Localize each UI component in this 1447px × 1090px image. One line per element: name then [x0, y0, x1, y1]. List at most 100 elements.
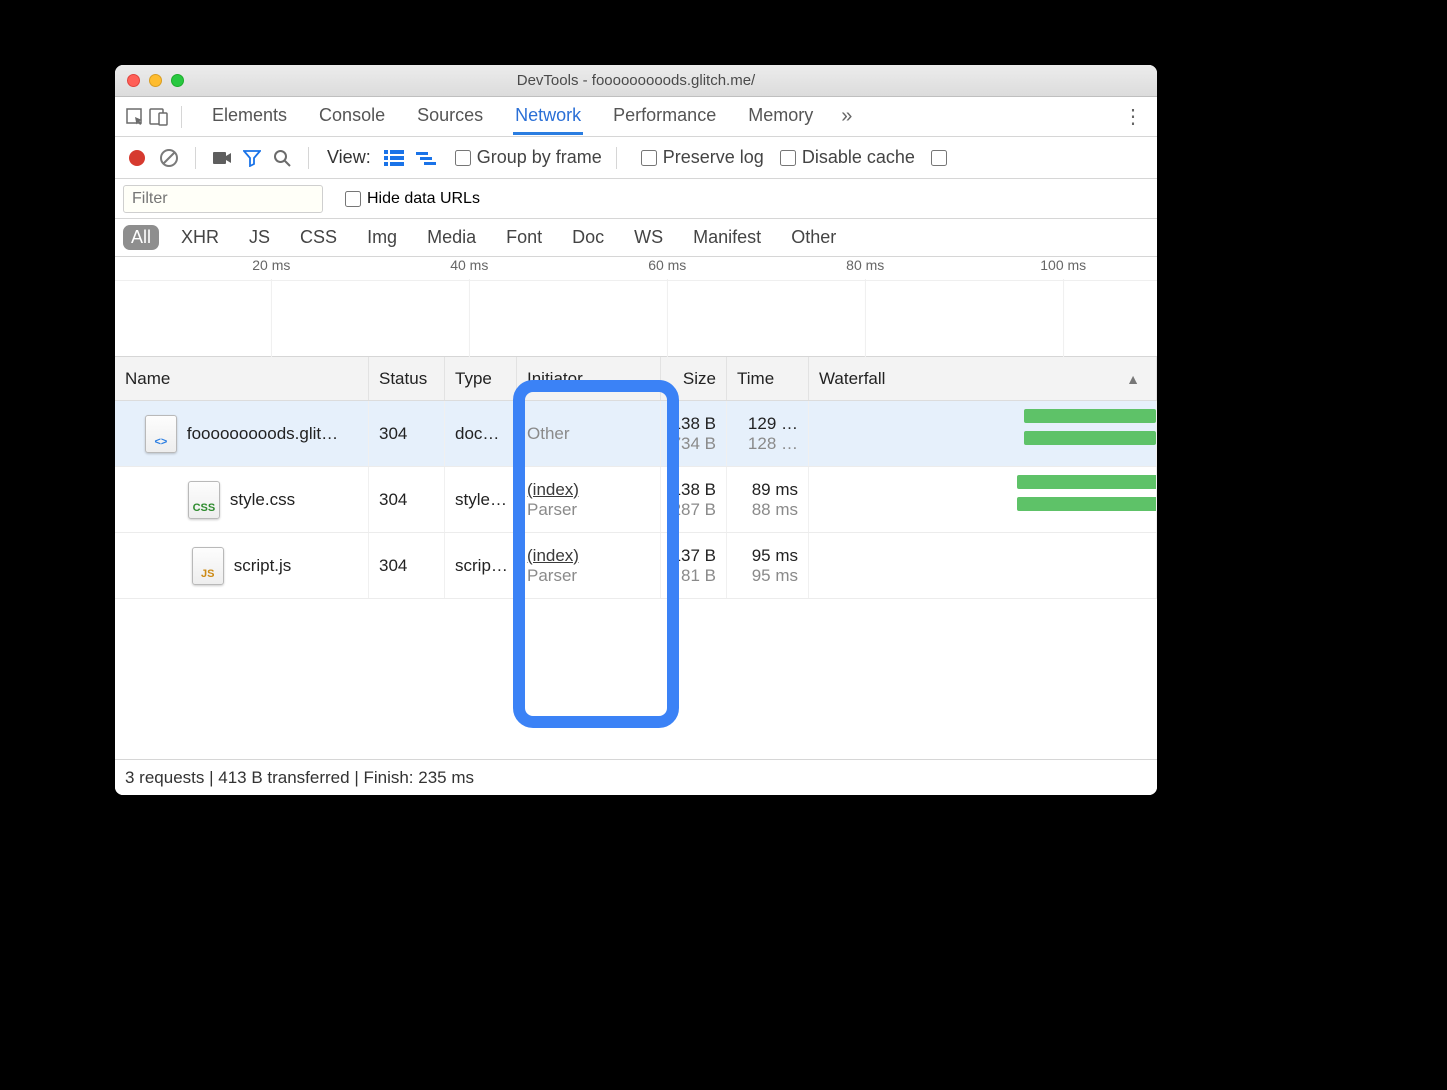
timeline-overview[interactable]: 20 ms 40 ms 60 ms 80 ms 100 ms — [115, 257, 1157, 357]
window-title: DevTools - fooooooooods.glitch.me/ — [115, 72, 1157, 89]
group-by-frame-input[interactable] — [455, 150, 471, 166]
inspect-element-icon[interactable] — [123, 105, 147, 129]
table-body: <>fooooooooods.glit…304doc…Other138 B734… — [115, 401, 1157, 759]
file-type-icon: CSS — [188, 481, 220, 519]
clear-icon[interactable] — [157, 146, 181, 170]
table-row[interactable]: <>fooooooooods.glit…304doc…Other138 B734… — [115, 401, 1157, 467]
requests-table: Name Status Type Initiator Size Time Wat… — [115, 357, 1157, 759]
pill-font[interactable]: Font — [498, 225, 550, 250]
table-row[interactable]: JSscript.js304scrip…(index)Parser137 B81… — [115, 533, 1157, 599]
size-transfer: 138 B — [672, 480, 716, 500]
large-rows-icon[interactable] — [383, 147, 405, 169]
disable-cache-checkbox[interactable]: Disable cache — [780, 147, 915, 168]
size-resource: 287 B — [672, 500, 716, 520]
zoom-window-button[interactable] — [171, 74, 184, 87]
summary-text: 3 requests | 413 B transferred | Finish:… — [125, 768, 474, 788]
preserve-log-label: Preserve log — [663, 147, 764, 168]
col-size[interactable]: Size — [661, 357, 727, 400]
cell-name: JSscript.js — [115, 533, 369, 598]
search-icon[interactable] — [270, 146, 294, 170]
close-window-button[interactable] — [127, 74, 140, 87]
offline-checkbox[interactable] — [931, 150, 949, 166]
settings-menu-icon[interactable]: ⋮ — [1123, 104, 1149, 129]
pill-media[interactable]: Media — [419, 225, 484, 250]
overview-icon[interactable] — [415, 147, 437, 169]
cell-size: 138 B287 B — [661, 467, 727, 532]
panel-tabs: Elements Console Sources Network Perform… — [210, 99, 815, 135]
tab-console[interactable]: Console — [317, 99, 387, 135]
disable-cache-input[interactable] — [780, 150, 796, 166]
offline-input[interactable] — [931, 150, 947, 166]
cell-type: doc… — [445, 401, 517, 466]
size-resource: 734 B — [672, 434, 716, 454]
col-time[interactable]: Time — [727, 357, 809, 400]
cell-initiator: Other — [517, 401, 661, 466]
filter-row: Hide data URLs — [115, 179, 1157, 219]
initiator-link: Other — [527, 424, 650, 444]
pill-other[interactable]: Other — [783, 225, 844, 250]
request-name: script.js — [234, 556, 292, 576]
col-type[interactable]: Type — [445, 357, 517, 400]
col-name[interactable]: Name — [115, 357, 369, 400]
waterfall-bar — [1024, 431, 1156, 445]
hide-data-urls-input[interactable] — [345, 191, 361, 207]
minimize-window-button[interactable] — [149, 74, 162, 87]
view-label: View: — [327, 147, 371, 168]
waterfall-bar — [1017, 497, 1157, 511]
col-waterfall[interactable]: Waterfall ▲ — [809, 357, 1157, 400]
hide-data-urls-checkbox[interactable]: Hide data URLs — [345, 190, 480, 208]
initiator-sub: Parser — [527, 566, 650, 586]
pill-js[interactable]: JS — [241, 225, 278, 250]
divider — [181, 106, 182, 128]
camera-icon[interactable] — [210, 146, 234, 170]
divider — [195, 147, 196, 169]
panel-tabstrip: Elements Console Sources Network Perform… — [115, 97, 1157, 137]
time-latency: 95 ms — [752, 566, 798, 586]
pill-img[interactable]: Img — [359, 225, 405, 250]
cell-waterfall — [809, 533, 1157, 598]
request-name: fooooooooods.glit… — [187, 424, 338, 444]
filter-icon[interactable] — [240, 146, 264, 170]
tab-sources[interactable]: Sources — [415, 99, 485, 135]
table-header: Name Status Type Initiator Size Time Wat… — [115, 357, 1157, 401]
timeline-tick: 100 ms — [1040, 257, 1086, 273]
device-toolbar-icon[interactable] — [147, 105, 171, 129]
cell-name: CSSstyle.css — [115, 467, 369, 532]
pill-xhr[interactable]: XHR — [173, 225, 227, 250]
file-type-icon: <> — [145, 415, 177, 453]
divider — [308, 147, 309, 169]
tabs-overflow-button[interactable]: » — [841, 105, 852, 128]
hide-data-urls-label: Hide data URLs — [367, 190, 480, 208]
tab-performance[interactable]: Performance — [611, 99, 718, 135]
filter-input[interactable] — [123, 185, 323, 213]
titlebar: DevTools - fooooooooods.glitch.me/ — [115, 65, 1157, 97]
tab-network[interactable]: Network — [513, 99, 583, 135]
group-by-frame-label: Group by frame — [477, 147, 602, 168]
sort-indicator-icon: ▲ — [1126, 371, 1140, 387]
pill-all[interactable]: All — [123, 225, 159, 250]
group-by-frame-checkbox[interactable]: Group by frame — [455, 147, 602, 168]
timeline-tick: 80 ms — [846, 257, 884, 273]
preserve-log-checkbox[interactable]: Preserve log — [641, 147, 764, 168]
initiator-link[interactable]: (index) — [527, 480, 650, 500]
pill-manifest[interactable]: Manifest — [685, 225, 769, 250]
initiator-link[interactable]: (index) — [527, 546, 650, 566]
pill-doc[interactable]: Doc — [564, 225, 612, 250]
record-button[interactable] — [129, 150, 145, 166]
col-initiator[interactable]: Initiator — [517, 357, 661, 400]
cell-waterfall — [809, 401, 1157, 466]
time-total: 89 ms — [752, 480, 798, 500]
initiator-sub: Parser — [527, 500, 650, 520]
col-status[interactable]: Status — [369, 357, 445, 400]
tab-memory[interactable]: Memory — [746, 99, 815, 135]
type-filter-row: All XHR JS CSS Img Media Font Doc WS Man… — [115, 219, 1157, 257]
tab-elements[interactable]: Elements — [210, 99, 289, 135]
table-row[interactable]: CSSstyle.css304style…(index)Parser138 B2… — [115, 467, 1157, 533]
preserve-log-input[interactable] — [641, 150, 657, 166]
pill-ws[interactable]: WS — [626, 225, 671, 250]
cell-type: style… — [445, 467, 517, 532]
pill-css[interactable]: CSS — [292, 225, 345, 250]
timeline-ruler: 20 ms 40 ms 60 ms 80 ms 100 ms — [115, 257, 1157, 281]
size-resource: 81 B — [681, 566, 716, 586]
waterfall-bar — [1017, 475, 1157, 489]
